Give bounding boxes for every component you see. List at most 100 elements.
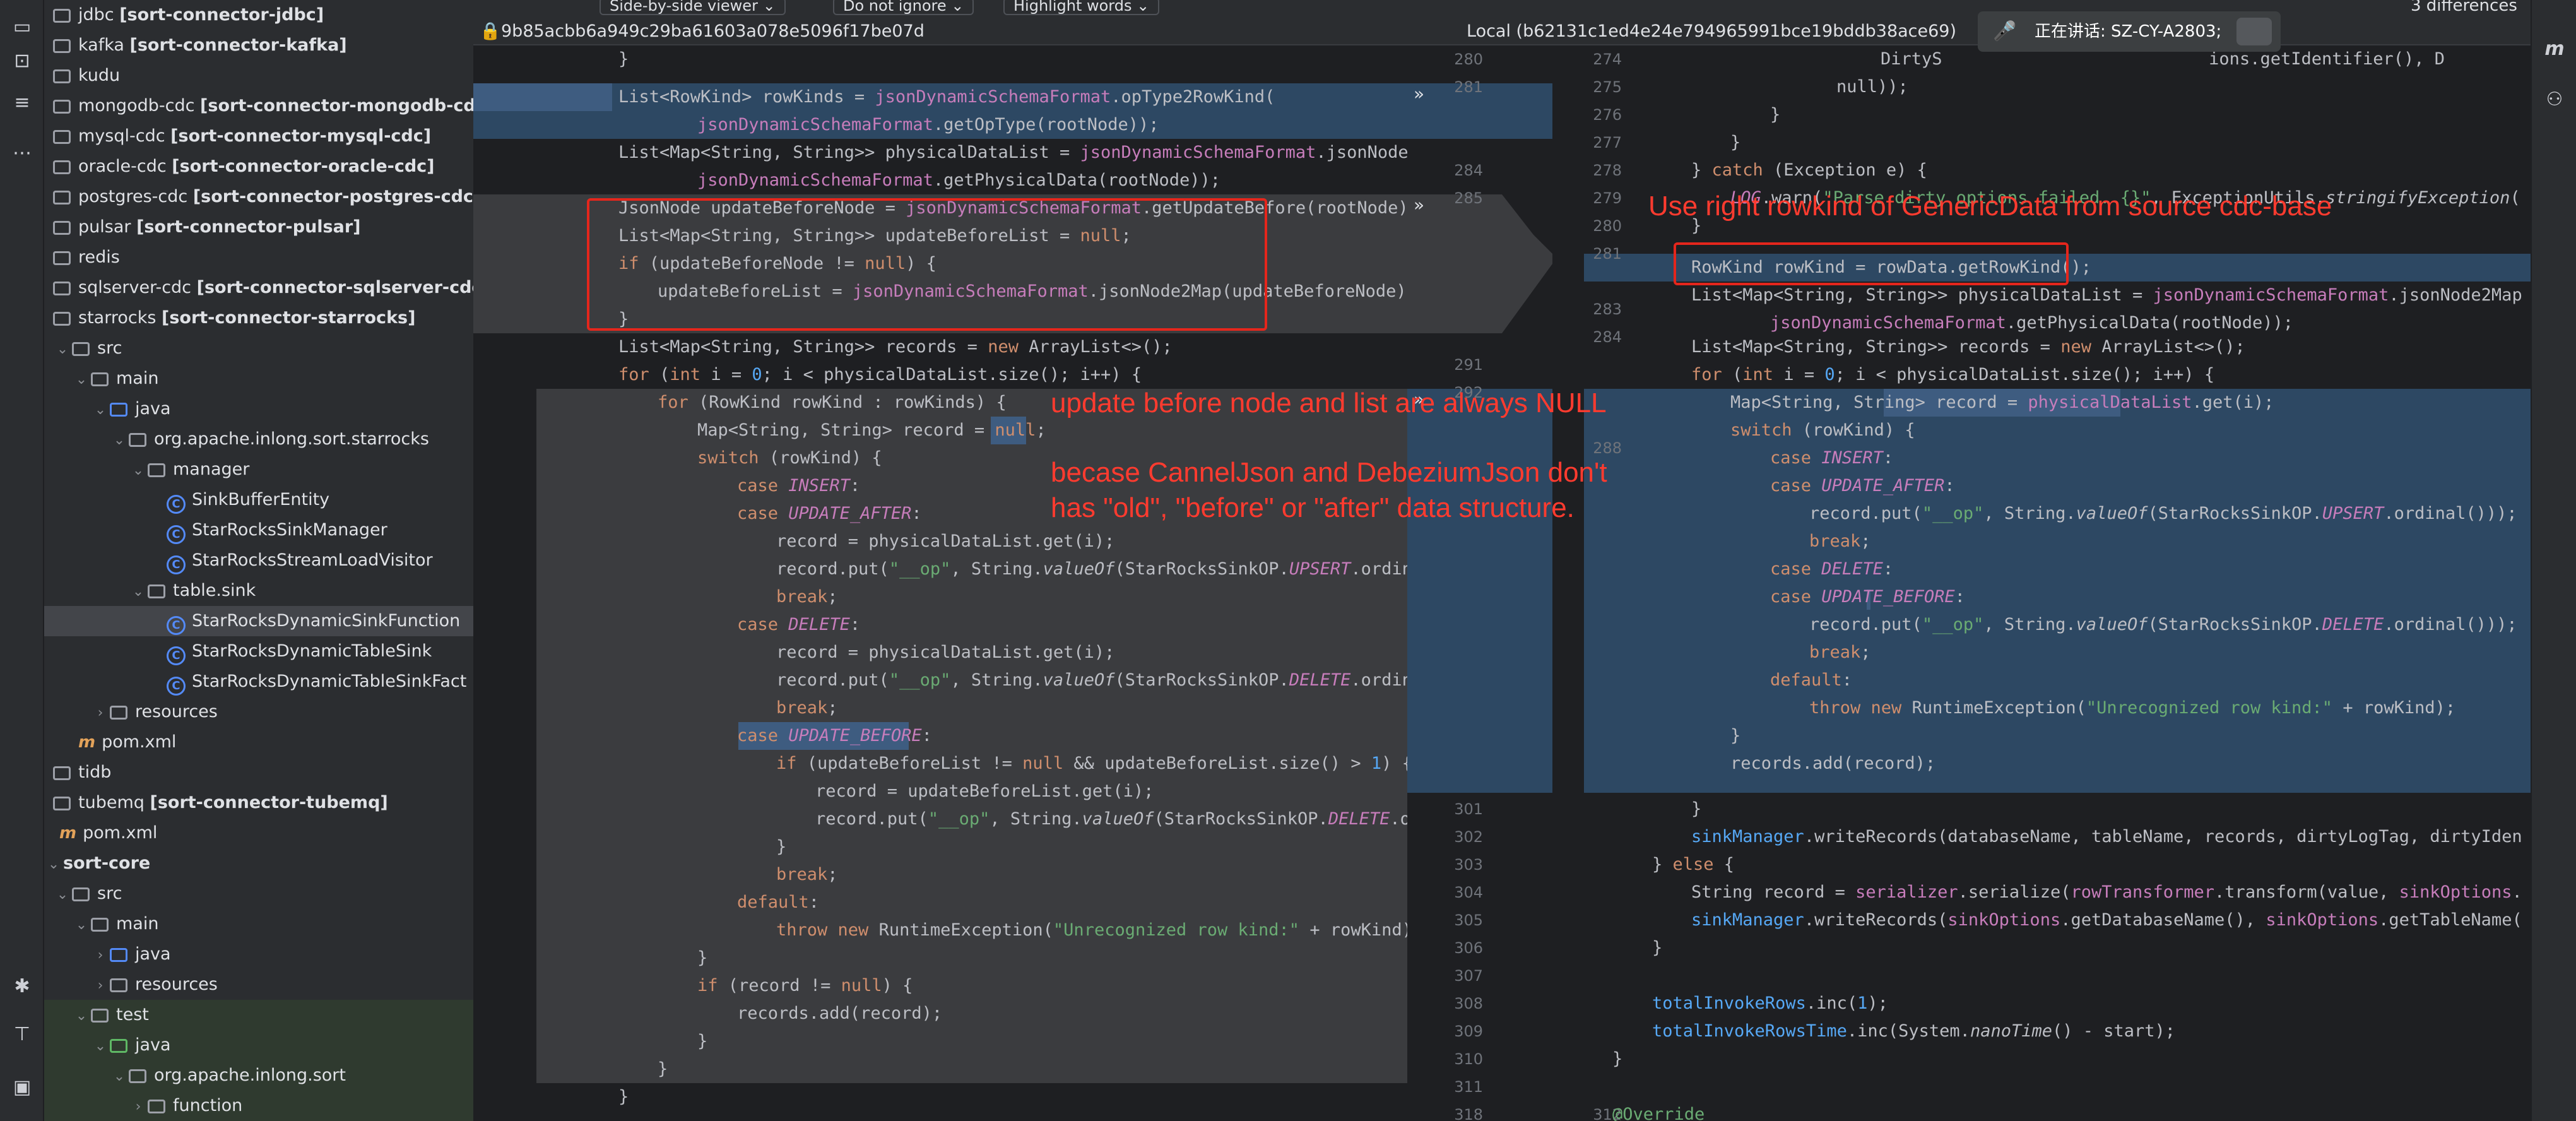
tree-item[interactable]: ⌄ test (44, 1000, 473, 1030)
tree-item[interactable]: › java (44, 939, 473, 970)
line-number: 280 (1454, 50, 1483, 68)
tree-item[interactable]: ⌄ main (44, 909, 473, 939)
chevron-down-icon[interactable]: ⌄ (72, 365, 91, 395)
tree-item[interactable]: C StarRocksDynamicTableSink (44, 636, 473, 667)
chevron-down-icon[interactable]: ⌄ (53, 880, 72, 910)
build-icon[interactable]: ⊤ (8, 1020, 37, 1049)
tree-item[interactable]: ⌄ main (44, 364, 473, 394)
tree-item[interactable]: C StarRocksDynamicTableSinkFact (44, 667, 473, 697)
line-number: 274 (1593, 50, 1622, 68)
terminal-icon[interactable]: ▣ (8, 1073, 37, 1102)
chevron-down-icon[interactable]: ⌄ (44, 850, 63, 880)
tree-item[interactable]: tubemq [sort-connector-tubemq] (44, 788, 473, 818)
tree-item[interactable]: m pom.xml (44, 727, 473, 757)
tree-item[interactable]: kafka [sort-connector-kafka] (44, 30, 473, 61)
tree-item[interactable]: ⌄ sort-core (44, 848, 473, 879)
tree-item-label: oracle-cdc (78, 157, 167, 176)
tree-item[interactable]: ⌄ src (44, 879, 473, 909)
tree-item[interactable]: ⌄ src (44, 333, 473, 364)
debug-icon[interactable]: ✱ (8, 972, 37, 1001)
more-icon[interactable]: ⋯ (8, 139, 37, 168)
vcs-icon[interactable]: ≡ (8, 88, 37, 117)
chevron-down-icon[interactable]: ⌄ (53, 335, 72, 365)
tree-item-module: [sort-connector-sqlserver-cdc] (196, 278, 473, 297)
chevron-down-icon[interactable]: ⌄ (110, 425, 129, 456)
tree-item-label: postgres-cdc (78, 187, 188, 206)
chevron-down-icon[interactable]: ⌄ (72, 1001, 91, 1031)
tree-item-label: redis (78, 247, 120, 267)
tree-item[interactable]: oracle-cdc [sort-connector-oracle-cdc] (44, 151, 473, 182)
tree-item[interactable]: mongodb-cdc [sort-connector-mongodb-cdc] (44, 91, 473, 121)
tree-item-module: [sort-connector-kafka] (129, 35, 347, 55)
tree-item-label: main (116, 369, 159, 388)
line-number: 303 (1454, 856, 1483, 874)
tree-item-selected[interactable]: C StarRocksDynamicSinkFunction (44, 606, 473, 636)
tree-item-label: jdbc (78, 5, 114, 25)
tree-item-label: kafka (78, 35, 124, 55)
chevron-right-icon[interactable]: › (91, 971, 110, 1001)
tree-item[interactable]: pulsar [sort-connector-pulsar] (44, 212, 473, 242)
line-number: 276 (1593, 106, 1622, 124)
structure-icon[interactable]: ▭ (8, 13, 37, 42)
tree-item[interactable]: ⌄ java (44, 394, 473, 424)
apply-change-icon[interactable]: » (1414, 83, 1424, 104)
tree-item[interactable]: redis (44, 242, 473, 273)
tree-item-module: [sort-connector-tubemq] (150, 793, 388, 812)
tree-item[interactable]: C SinkBufferEntity (44, 485, 473, 515)
commit-icon[interactable]: ⊡ (8, 47, 37, 76)
chevron-down-icon[interactable]: ⌄ (72, 910, 91, 940)
annotation-json-line1: becase CannelJson and DebeziumJson don't (1051, 457, 1607, 488)
ignore-dropdown[interactable]: Do not ignore ⌄ (833, 0, 974, 15)
tree-item[interactable]: C StarRocksStreamLoadVisitor (44, 545, 473, 576)
line-number: 318 (1454, 1106, 1483, 1121)
tree-item[interactable]: ⌄ java (44, 1030, 473, 1060)
tree-item[interactable]: tidb (44, 757, 473, 788)
tree-item[interactable]: ⌄ org.apache.inlong.sort.starrocks (44, 424, 473, 454)
left-code-pane[interactable]: } List<RowKind> rowKinds = jsonDynamicSc… (473, 45, 1407, 1121)
tree-item[interactable]: ⌄ table.sink (44, 576, 473, 606)
tree-item-module: [sort-connector-pulsar] (136, 217, 361, 237)
tree-item[interactable]: postgres-cdc [sort-connector-postgres-cd… (44, 182, 473, 212)
tree-item[interactable]: kudu (44, 61, 473, 91)
chevron-right-icon[interactable]: › (129, 1092, 148, 1121)
tree-item-module: [sort-connector-postgres-cdc] (192, 187, 473, 206)
mic-off-icon[interactable]: 🎤 (1993, 11, 2016, 52)
tree-item[interactable]: › resources (44, 697, 473, 727)
tree-item[interactable]: mysql-cdc [sort-connector-mysql-cdc] (44, 121, 473, 151)
class-icon: C (167, 495, 186, 514)
avatar (2236, 18, 2272, 45)
tree-item-label: sqlserver-cdc (78, 278, 192, 297)
tree-item-label: tidb (78, 762, 112, 782)
highlight-dropdown[interactable]: Highlight words ⌄ (1003, 0, 1160, 15)
tree-item[interactable]: C StarRocksSinkManager (44, 515, 473, 545)
chevron-down-icon[interactable]: ⌄ (91, 395, 110, 425)
line-number: 305 (1454, 911, 1483, 929)
annotation-null: update before node and list are always N… (1051, 388, 1607, 418)
chevron-right-icon[interactable]: › (91, 940, 110, 971)
tree-item[interactable]: m pom.xml (44, 818, 473, 848)
line-number: 280 (1593, 217, 1622, 235)
tree-item[interactable]: ⌄ org.apache.inlong.sort (44, 1060, 473, 1091)
line-number: 283 (1593, 300, 1622, 318)
tree-item[interactable]: jdbc [sort-connector-jdbc] (44, 0, 473, 30)
viewer-mode-dropdown[interactable]: Side-by-side viewer ⌄ (600, 0, 786, 15)
line-number: 281 (1454, 78, 1483, 96)
maven-icon: m (59, 824, 77, 843)
chevron-right-icon[interactable]: › (91, 698, 110, 728)
line-number: 279 (1593, 189, 1622, 207)
tree-item[interactable]: starrocks [sort-connector-starrocks] (44, 303, 473, 333)
tree-item[interactable]: ⌄ manager (44, 454, 473, 485)
chevron-down-icon[interactable]: ⌄ (129, 577, 148, 607)
apply-change-icon[interactable]: » (1414, 194, 1424, 215)
tree-item-label: kudu (78, 66, 121, 85)
line-number: 278 (1593, 162, 1622, 179)
notifications-icon[interactable]: ⚇ (2541, 88, 2568, 116)
chevron-down-icon[interactable]: ⌄ (129, 456, 148, 486)
chevron-down-icon[interactable]: ⌄ (91, 1031, 110, 1062)
tree-item[interactable]: sqlserver-cdc [sort-connector-sqlserver-… (44, 273, 473, 303)
maven-icon[interactable]: m (2541, 38, 2568, 66)
chevron-down-icon[interactable]: ⌄ (110, 1062, 129, 1092)
meeting-notification[interactable]: 🎤 正在讲话: SZ-CY-A2803; (1978, 11, 2281, 52)
tree-item[interactable]: › function (44, 1091, 473, 1121)
tree-item[interactable]: › resources (44, 970, 473, 1000)
